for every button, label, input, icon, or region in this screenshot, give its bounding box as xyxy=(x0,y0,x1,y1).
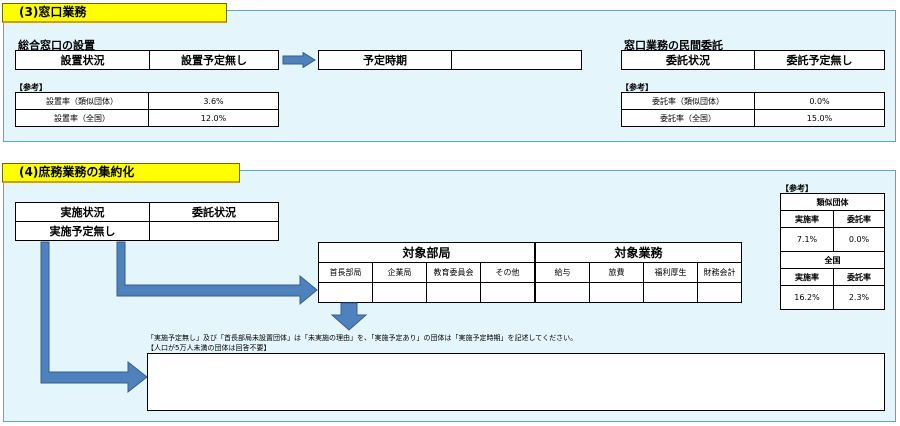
comment-textarea[interactable] xyxy=(147,353,885,411)
section3-right-ref-table: 委託率（類似団体） 0.0% 委託率（全国） 15.0% xyxy=(621,92,885,127)
impl-rate-header: 実施率 xyxy=(780,268,834,286)
similar-contract-rate: 0.0% xyxy=(833,227,885,252)
national-impl-rate: 16.2% xyxy=(780,285,834,310)
setup-status-value[interactable]: 設置予定無し xyxy=(149,50,279,70)
instruction-line: 「実施予定無し」及び「首長部局未設置団体」は「未実施の理由」を、「実施予定あり」… xyxy=(147,334,578,342)
ref-row: 設置率（類似団体） 3.6% xyxy=(15,92,279,110)
window-consolidation-table: 設置状況 設置予定無し xyxy=(15,50,279,70)
ref-row: 委託率（全国） 15.0% xyxy=(621,109,885,127)
biz-checkbox-cell[interactable] xyxy=(589,282,644,303)
dept-col-header: 教育委員会 xyxy=(426,262,481,283)
biz-checkbox-cell[interactable] xyxy=(697,282,742,303)
dept-col-header: 首長部局 xyxy=(318,262,373,283)
section4-title: (4)庶務業務の集約化 xyxy=(2,163,240,183)
ref-row-label: 設置率（全国） xyxy=(15,109,149,127)
ref-row-value: 0.0% xyxy=(754,92,885,110)
dept-col-header: 企業局 xyxy=(372,262,427,283)
contract-status-value[interactable] xyxy=(149,221,279,241)
similar-header: 類似団体 xyxy=(780,193,885,211)
target-table: 対象部局 対象業務 首長部局 企業局 教育委員会 その他 給与 旅費 福利厚生 … xyxy=(318,242,742,303)
ref-row-value: 3.6% xyxy=(148,92,279,110)
outsourcing-table: 委託状況 委託予定無し xyxy=(621,50,885,70)
implementation-status-value[interactable]: 実施予定無し xyxy=(15,221,150,241)
dept-checkbox-cell[interactable] xyxy=(480,282,536,303)
schedule-value[interactable] xyxy=(451,50,582,70)
dept-col-header: その他 xyxy=(480,262,536,283)
national-contract-rate: 2.3% xyxy=(833,285,885,310)
setup-status-label: 設置状況 xyxy=(15,50,150,70)
biz-checkbox-cell[interactable] xyxy=(534,282,590,303)
dept-checkbox-cell[interactable] xyxy=(318,282,373,303)
section3-title: (3)窓口業務 xyxy=(2,3,227,23)
contract-status-value[interactable]: 委託予定無し xyxy=(754,50,885,70)
clerical-status-table: 実施状況 委託状況 実施予定無し xyxy=(15,202,279,241)
biz-col-header: 給与 xyxy=(534,262,590,283)
ref-row-label: 委託率（類似団体） xyxy=(621,92,755,110)
ref-row-label: 委託率（全国） xyxy=(621,109,755,127)
instruction-note: 「実施予定無し」及び「首長部局未設置団体」は「未実施の理由」を、「実施予定あり」… xyxy=(147,333,867,353)
contract-status-header: 委託状況 xyxy=(149,202,279,222)
ref-row-value: 15.0% xyxy=(754,109,885,127)
dept-checkbox-cell[interactable] xyxy=(372,282,427,303)
contract-status-label: 委託状況 xyxy=(621,50,755,70)
biz-checkbox-cell[interactable] xyxy=(643,282,698,303)
contract-rate-header: 委託率 xyxy=(833,210,885,228)
impl-rate-header: 実施率 xyxy=(780,210,834,228)
ref-row: 委託率（類似団体） 0.0% xyxy=(621,92,885,110)
dept-checkbox-cell[interactable] xyxy=(426,282,481,303)
implementation-status-header: 実施状況 xyxy=(15,202,150,222)
target-operations-header: 対象業務 xyxy=(534,242,742,263)
national-header: 全国 xyxy=(780,251,885,269)
schedule-table: 予定時期 xyxy=(318,50,582,70)
right-arrow-icon xyxy=(282,52,316,68)
section4-ref-table: 類似団体 実施率 委託率 7.1% 0.0% 全国 実施率 委託率 16.2% … xyxy=(780,193,885,310)
section3-left-ref-table: 設置率（類似団体） 3.6% 設置率（全国） 12.0% xyxy=(15,92,279,127)
contract-rate-header: 委託率 xyxy=(833,268,885,286)
biz-col-header: 旅費 xyxy=(589,262,644,283)
biz-col-header: 福利厚生 xyxy=(643,262,698,283)
ref-row-value: 12.0% xyxy=(148,109,279,127)
ref-row: 設置率（全国） 12.0% xyxy=(15,109,279,127)
target-department-header: 対象部局 xyxy=(318,242,536,263)
instruction-notice: 【人口が5万人未満の団体は回答不要】 xyxy=(147,344,271,352)
similar-impl-rate: 7.1% xyxy=(780,227,834,252)
biz-col-header: 財務会計 xyxy=(697,262,742,283)
schedule-label: 予定時期 xyxy=(318,50,452,70)
ref-row-label: 設置率（類似団体） xyxy=(15,92,149,110)
